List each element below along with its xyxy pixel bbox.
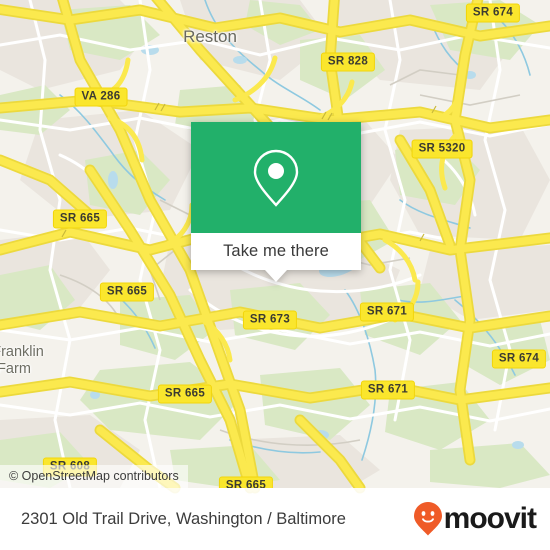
destination-callout-card[interactable]: Take me there: [191, 122, 361, 282]
moovit-map-screen: Reston Franklin Farm SR 674 SR 828 VA 28…: [0, 0, 550, 550]
moovit-smiley-pin-icon: [413, 502, 442, 536]
moovit-wordmark: moovit: [443, 502, 537, 535]
road-shield-sr665-bottom: SR 665: [218, 476, 274, 488]
road-shield-sr674-north: SR 674: [465, 3, 521, 23]
road-shield-sr665-lower: SR 665: [157, 384, 213, 404]
callout-action-area[interactable]: Take me there: [191, 233, 361, 270]
road-shield-sr671-lower: SR 671: [360, 380, 416, 400]
callout-icon-area: [191, 122, 361, 233]
road-shield-sr671-upper: SR 671: [359, 302, 415, 322]
road-shield-sr673: SR 673: [242, 310, 298, 330]
place-label-farm: Farm: [0, 361, 31, 377]
road-shield-sr665-upper: SR 665: [52, 209, 108, 229]
road-shield-va286: VA 286: [74, 87, 128, 107]
map-pin-icon: [253, 149, 299, 207]
address-title: 2301 Old Trail Drive, Washington / Balti…: [21, 509, 346, 528]
road-shield-sr5320: SR 5320: [411, 139, 473, 159]
road-shield-sr828: SR 828: [320, 52, 376, 72]
place-label-franklin: Franklin: [0, 344, 44, 360]
take-me-there-label: Take me there: [223, 242, 329, 260]
moovit-logo[interactable]: moovit: [413, 501, 537, 537]
footer-bar: 2301 Old Trail Drive, Washington / Balti…: [0, 488, 550, 550]
road-shield-sr665-mid: SR 665: [99, 282, 155, 302]
road-shield-sr674-south: SR 674: [491, 349, 547, 369]
callout-tail: [265, 270, 287, 282]
osm-attribution[interactable]: © OpenStreetMap contributors: [0, 465, 188, 488]
place-label-reston: Reston: [183, 27, 237, 46]
